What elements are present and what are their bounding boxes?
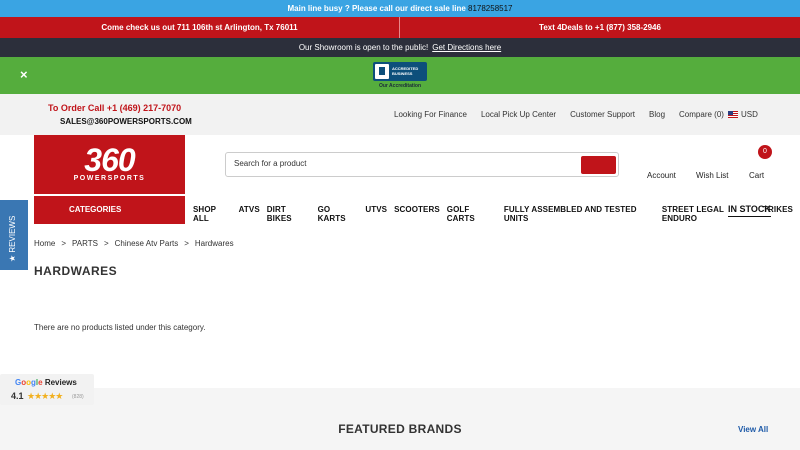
showroom-bar: Our Showroom is open to the public! Get D… xyxy=(0,38,800,57)
nav-golf-carts[interactable]: GOLF CARTS xyxy=(447,205,497,223)
categories-button[interactable]: CATEGORIES xyxy=(34,196,185,224)
us-flag-icon xyxy=(728,111,738,118)
breadcrumb-separator-icon: > xyxy=(103,239,109,248)
top-links: Looking For Finance Local Pick Up Center… xyxy=(394,110,738,119)
reviews-side-tab[interactable]: ★ REVIEWS xyxy=(0,200,28,270)
utility-bar: To Order Call +1 (469) 217-7070 SALES@36… xyxy=(0,94,800,135)
breadcrumb: Home > PARTS > Chinese Atv Parts > Hardwares xyxy=(34,239,234,248)
breadcrumb-parts[interactable]: PARTS xyxy=(72,239,98,248)
wishlist-link[interactable]: Wish List xyxy=(696,171,728,180)
nav-shop-all[interactable]: SHOP ALL xyxy=(193,205,232,223)
busy-message: Main line busy ? Please call our direct … xyxy=(287,4,468,13)
site-logo[interactable]: 360 POWERSPORTS xyxy=(34,135,185,194)
accreditation-caption: Our Accreditation xyxy=(378,83,422,89)
account-link[interactable]: Account xyxy=(647,171,676,180)
text-deals[interactable]: Text 4Deals to +1 (877) 358-2946 xyxy=(400,17,800,38)
nav-utvs[interactable]: UTVS xyxy=(365,205,387,223)
showroom-text: Our Showroom is open to the public! xyxy=(298,43,429,52)
logo-number: 360 xyxy=(84,142,135,178)
search-input[interactable] xyxy=(234,159,574,168)
reviews-tab-label: ★ REVIEWS xyxy=(8,215,17,262)
cart-count-badge: 0 xyxy=(758,145,772,159)
link-blog[interactable]: Blog xyxy=(649,110,665,119)
logo-text: POWERSPORTS xyxy=(73,175,146,182)
review-count: (828) xyxy=(72,394,84,400)
accreditation-bar: × ACCREDITED BUSINESS Our Accreditation xyxy=(0,57,800,94)
sales-email[interactable]: SALES@360POWERSPORTS.COM xyxy=(60,117,192,126)
top-announcement-bar: Main line busy ? Please call our direct … xyxy=(0,0,800,17)
rating-stars-icon: ★★★★★ xyxy=(27,391,63,401)
link-support[interactable]: Customer Support xyxy=(570,110,635,119)
search-bar xyxy=(225,152,619,177)
page-title: HARDWARES xyxy=(34,264,118,278)
google-reviews-header: Google Reviews xyxy=(15,378,77,387)
bbb-badge[interactable]: ACCREDITED BUSINESS xyxy=(373,62,427,81)
link-finance[interactable]: Looking For Finance xyxy=(394,110,467,119)
nav-atvs[interactable]: ATVS xyxy=(239,205,260,223)
nav-assembled-units[interactable]: FULLY ASSEMBLED AND TESTED UNITS xyxy=(504,205,655,223)
bbb-line2: BUSINESS xyxy=(392,71,413,76)
nav-dirt-bikes[interactable]: DIRT BIKES xyxy=(267,205,311,223)
link-pickup[interactable]: Local Pick Up Center xyxy=(481,110,556,119)
bbb-seal-icon xyxy=(375,64,389,79)
direct-sale-phone-link[interactable]: 8178258517 xyxy=(468,4,513,13)
google-rating: 4.1 xyxy=(11,391,24,401)
currency-label: USD xyxy=(741,110,758,119)
google-logo-icon: Google xyxy=(15,378,43,387)
get-directions-link[interactable]: Get Directions here xyxy=(432,43,501,52)
link-compare[interactable]: Compare (0) xyxy=(679,110,724,119)
store-address[interactable]: Come check us out 711 106th st Arlington… xyxy=(0,17,400,38)
close-icon[interactable]: × xyxy=(20,67,28,82)
nav-go-karts[interactable]: GO KARTS xyxy=(318,205,359,223)
currency-selector[interactable]: USD xyxy=(728,110,758,119)
breadcrumb-home[interactable]: Home xyxy=(34,239,55,248)
google-reviews-label: Reviews xyxy=(44,378,77,387)
breadcrumb-current: Hardwares xyxy=(194,239,234,248)
breadcrumb-separator-icon: > xyxy=(61,239,67,248)
view-all-link[interactable]: View All xyxy=(738,425,768,434)
featured-brands-section xyxy=(0,388,800,450)
nav-scooters[interactable]: SCOOTERS xyxy=(394,205,440,223)
order-phone[interactable]: To Order Call +1 (469) 217-7070 xyxy=(48,103,181,113)
nav-in-stock[interactable]: IN STOCK xyxy=(728,204,771,217)
promo-bar: Come check us out 711 106th st Arlington… xyxy=(0,17,800,38)
cart-link[interactable]: Cart xyxy=(749,171,764,180)
main-nav: SHOP ALL ATVS DIRT BIKES GO KARTS UTVS S… xyxy=(193,205,800,223)
featured-brands-title: FEATURED BRANDS xyxy=(338,422,462,436)
breadcrumb-separator-icon: > xyxy=(184,239,189,248)
search-button[interactable] xyxy=(581,156,616,174)
breadcrumb-chinese-atv-parts[interactable]: Chinese Atv Parts xyxy=(115,239,179,248)
google-reviews-widget[interactable]: Google Reviews 4.1 ★★★★★ (828) xyxy=(0,374,94,405)
empty-category-message: There are no products listed under this … xyxy=(34,323,206,332)
